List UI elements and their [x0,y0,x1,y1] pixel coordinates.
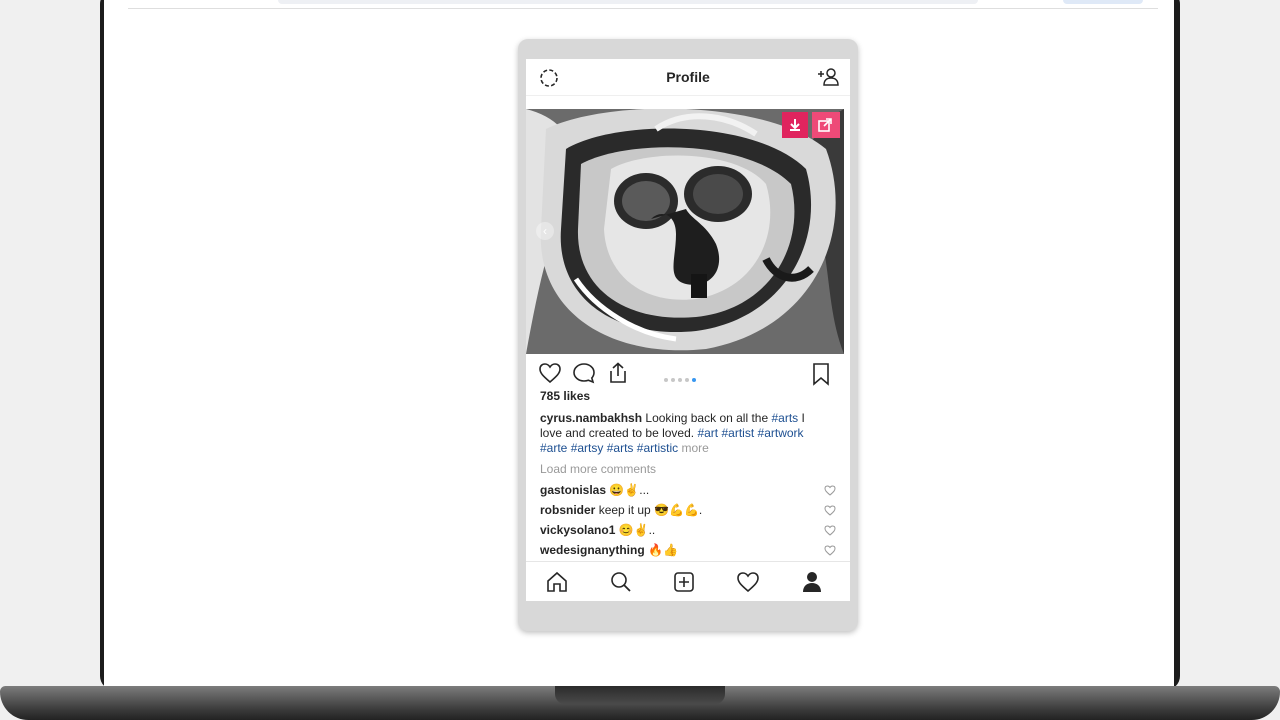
carousel-prev-button[interactable]: ‹ [536,222,554,240]
comment-like-icon[interactable] [824,545,836,556]
open-external-button[interactable] [812,112,840,138]
post-photo[interactable]: ‹ [526,109,844,354]
comment-username[interactable]: robsnider [540,503,595,517]
post-actions [526,359,850,389]
home-icon[interactable] [545,571,569,593]
comment-row: robsnider keep it up 😎💪💪. [540,503,836,521]
comment-row: gastonislas 😀✌️... [540,483,836,501]
laptop-notch [555,686,725,704]
comment-icon[interactable] [572,362,596,384]
carousel-dot [685,378,689,382]
comment-row: vickysolano1 😊✌️.. [540,523,836,541]
add-user-icon[interactable] [816,66,840,88]
browser-button[interactable] [1063,0,1143,4]
carousel-dot [664,378,668,382]
phone-frame: Profile ‹ 785 likes cyrus.nambakhsh Look… [518,39,858,631]
load-more-comments-link[interactable]: Load more comments [540,462,656,476]
comment-like-icon[interactable] [824,485,836,496]
browser-address-bar[interactable] [278,0,978,4]
carousel-indicator [664,369,714,382]
comment-text: 🔥👍 [648,543,678,557]
caption-username[interactable]: cyrus.nambakhsh [540,411,642,425]
comment-text: 😊✌️.. [618,523,656,537]
browser-toolbar [128,0,1158,9]
hashtag[interactable]: #arts [772,411,799,425]
hashtag[interactable]: #arte [540,441,567,455]
external-link-icon [818,118,832,132]
share-icon[interactable] [606,362,630,384]
comment-username[interactable]: vickysolano1 [540,523,615,537]
page-title: Profile [666,69,710,85]
phone-screen: Profile ‹ 785 likes cyrus.nambakhsh Look… [526,59,850,601]
hashtag[interactable]: #artsy [571,441,604,455]
search-icon[interactable] [609,571,633,593]
hashtag[interactable]: #artist [721,426,754,440]
comment-text: 😀✌️... [609,483,650,497]
download-button[interactable] [782,112,808,138]
add-icon[interactable] [672,571,696,593]
likes-count[interactable]: 785 likes [540,389,590,403]
carousel-dot [678,378,682,382]
caption-more-link[interactable]: more [681,441,708,455]
bottom-navigation [526,561,850,601]
bookmark-icon[interactable] [810,362,832,386]
carousel-dot [671,378,675,382]
hashtag[interactable]: #art [697,426,718,440]
comment-like-icon[interactable] [824,525,836,536]
comment-row: wedesignanything 🔥👍 [540,543,836,561]
comment-username[interactable]: gastonislas [540,483,606,497]
profile-header: Profile [526,59,850,96]
comment-text: keep it up 😎💪💪. [598,503,703,517]
download-icon [790,119,800,131]
caption-text: Looking back on all the [645,411,769,425]
artwork-image [526,109,844,354]
hashtag[interactable]: #artistic [637,441,678,455]
comment-like-icon[interactable] [824,505,836,516]
profile-icon[interactable] [800,571,824,593]
comment-username[interactable]: wedesignanything [540,543,645,557]
post-caption: cyrus.nambakhsh Looking back on all the … [540,411,830,456]
like-heart-icon[interactable] [538,362,562,384]
carousel-dot-active [692,378,696,382]
hashtag[interactable]: #arts [607,441,634,455]
hashtag[interactable]: #artwork [758,426,804,440]
heart-icon[interactable] [736,571,760,593]
